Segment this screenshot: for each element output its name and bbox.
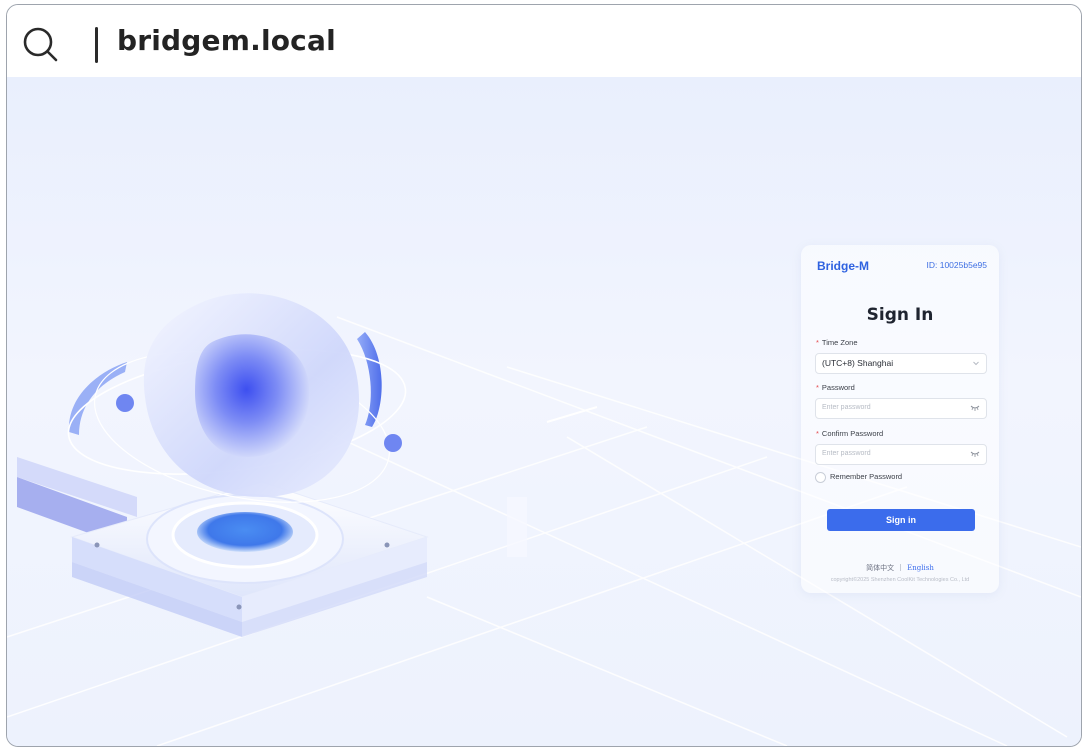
- password-label: * Password: [816, 383, 855, 392]
- required-marker: *: [816, 429, 819, 438]
- url-text[interactable]: bridgem.local: [117, 24, 336, 57]
- required-marker: *: [816, 383, 819, 392]
- browser-window: bridgem.local Bridge-M ID: 10025b5e95 Si…: [6, 4, 1082, 747]
- timezone-value: (UTC+8) Shanghai: [822, 358, 894, 368]
- password-placeholder: Enter password: [822, 404, 871, 411]
- eye-closed-icon[interactable]: [970, 451, 980, 457]
- page-title: Sign In: [866, 305, 934, 325]
- device-id: ID: 10025b5e95: [926, 260, 988, 270]
- timezone-select[interactable]: (UTC+8) Shanghai: [815, 353, 987, 374]
- brand-logo: Bridge-M: [817, 259, 869, 273]
- lang-zh-option[interactable]: 简体中文: [866, 565, 894, 572]
- password-field[interactable]: Enter password: [815, 398, 987, 419]
- remember-password-radio[interactable]: [815, 472, 826, 483]
- confirm-password-label: * Confirm Password: [816, 429, 884, 438]
- remember-password-label: Remember Password: [830, 472, 903, 481]
- lang-divider: [900, 564, 902, 571]
- required-marker: *: [816, 338, 819, 347]
- address-divider: [95, 27, 98, 63]
- login-card: Bridge-M ID: 10025b5e95 Sign In * Time Zo…: [801, 245, 999, 593]
- search-icon[interactable]: [21, 25, 61, 65]
- lang-en-option[interactable]: English: [907, 564, 934, 572]
- chevron-down-icon: [973, 361, 979, 366]
- copyright-text: copyright©2025 Shenzhen CoolKit Technolo…: [830, 577, 970, 583]
- confirm-password-field[interactable]: Enter password: [815, 444, 987, 465]
- page-content: Bridge-M ID: 10025b5e95 Sign In * Time Zo…: [7, 77, 1081, 746]
- language-switcher: 简体中文 English: [801, 563, 999, 573]
- address-bar[interactable]: bridgem.local: [7, 5, 1081, 77]
- sign-in-button[interactable]: Sign in: [827, 509, 975, 531]
- timezone-label: * Time Zone: [816, 338, 858, 347]
- eye-closed-icon[interactable]: [970, 405, 980, 411]
- confirm-password-placeholder: Enter password: [822, 450, 871, 457]
